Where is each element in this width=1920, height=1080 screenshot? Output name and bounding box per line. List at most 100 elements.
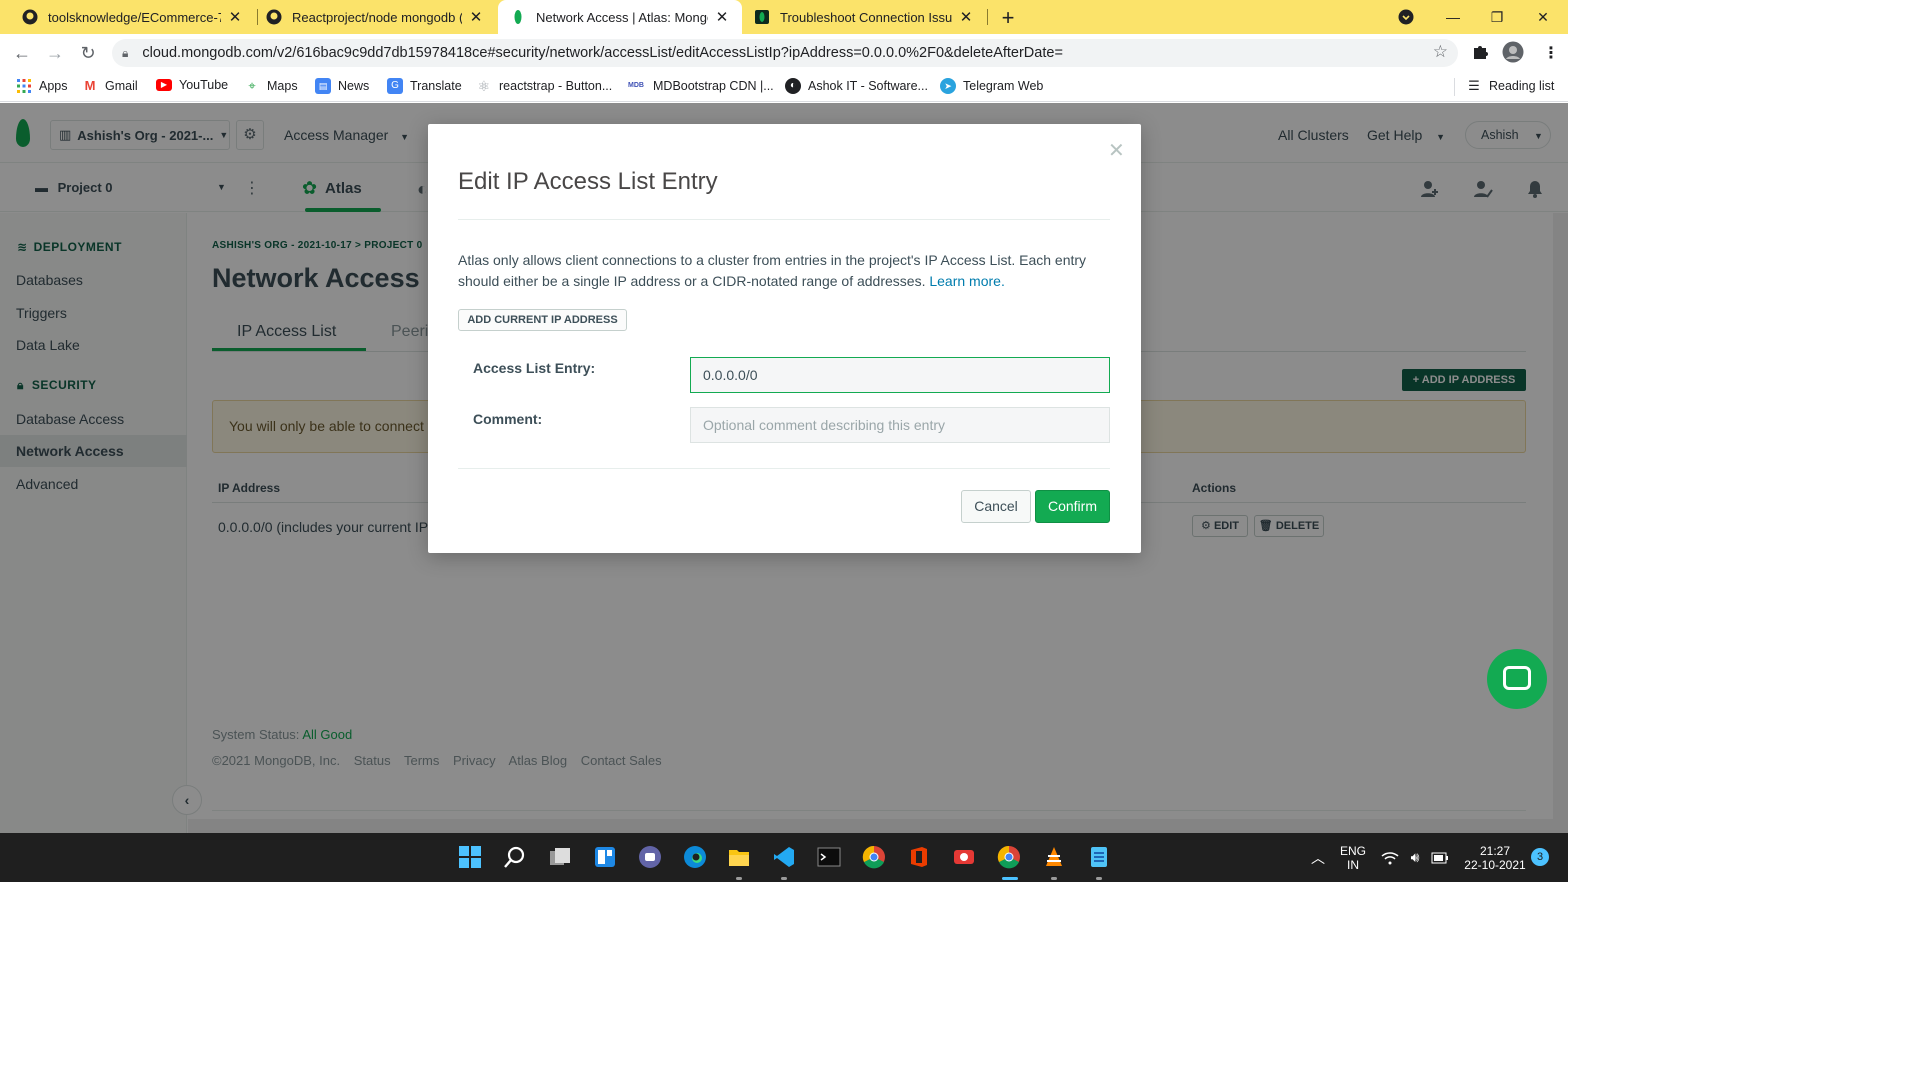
browser-tab[interactable]: Troubleshoot Connection Issues ✕ [742, 0, 986, 34]
chrome-active-icon[interactable] [997, 845, 1021, 869]
close-tab-icon[interactable]: ✕ [958, 8, 974, 26]
edit-ip-access-list-modal: ✕ Edit IP Access List Entry Atlas only a… [428, 124, 1141, 553]
bookmark-news[interactable]: ▤ News [315, 78, 369, 94]
bookmark-label: Maps [267, 79, 298, 93]
screen-recorder-icon[interactable] [952, 845, 976, 869]
bookmark-reactstrap[interactable]: ⚛ reactstrap - Button... [476, 78, 613, 94]
browser-tab-active[interactable]: Network Access | Atlas: MongoDB ✕ [498, 0, 742, 34]
reload-icon[interactable]: ↻ [75, 40, 101, 66]
office-icon[interactable] [907, 845, 931, 869]
chrome-icon[interactable] [862, 845, 886, 869]
language-label: ENG [1339, 843, 1366, 858]
bookmark-label: Ashok IT - Software... [808, 79, 928, 93]
running-indicator [736, 877, 742, 880]
running-indicator [1096, 877, 1102, 880]
volume-icon[interactable]: 🔊︎ [1405, 833, 1425, 882]
file-explorer-icon[interactable] [727, 845, 751, 869]
bookmark-divider [1454, 78, 1455, 96]
access-list-entry-input[interactable] [690, 357, 1110, 393]
bookmark-maps[interactable]: ⌖ Maps [244, 78, 298, 94]
forward-arrow-icon[interactable]: → [42, 40, 68, 66]
translate-icon: G [387, 78, 403, 94]
notepad-icon[interactable] [1087, 845, 1111, 869]
wifi-icon[interactable] [1380, 833, 1400, 882]
bookmark-gmail[interactable]: M Gmail [82, 78, 138, 94]
battery-icon[interactable] [1430, 833, 1450, 882]
bookmark-translate[interactable]: G Translate [387, 78, 462, 94]
tab-title: toolsknowledge/ECommerce-7PM [48, 9, 221, 25]
mdb-icon: MDB [628, 82, 644, 89]
widgets-icon[interactable] [593, 845, 617, 869]
address-bar-row: ← → ↻ 🔒︎ cloud.mongodb.com/v2/616bac9c9d… [0, 34, 1568, 72]
access-list-entry-label: Access List Entry: [473, 360, 596, 376]
bookmark-mdbootstrap[interactable]: MDB MDBootstrap CDN |... [626, 78, 774, 94]
minimize-icon[interactable]: — [1430, 0, 1476, 34]
github-icon [266, 9, 282, 25]
comment-input[interactable] [690, 407, 1110, 443]
profile-avatar[interactable] [1502, 41, 1524, 68]
reading-list-label: Reading list [1489, 79, 1555, 93]
confirm-button[interactable]: Confirm [1035, 490, 1110, 523]
edge-browser-icon[interactable] [683, 845, 707, 869]
tab-separator [987, 9, 988, 25]
bookmark-label: YouTube [179, 78, 229, 92]
modal-title: Edit IP Access List Entry [458, 168, 718, 195]
bookmark-label: MDBootstrap CDN |... [653, 79, 774, 93]
search-icon[interactable] [503, 845, 527, 869]
teams-chat-icon[interactable] [638, 845, 662, 869]
url-text[interactable]: cloud.mongodb.com/v2/616bac9c9dd7db15978… [142, 45, 1063, 61]
new-tab-button[interactable]: + [996, 5, 1020, 31]
bookmark-ashok-it[interactable]: ◐ Ashok IT - Software... [785, 78, 928, 94]
cancel-button[interactable]: Cancel [961, 490, 1031, 523]
language-indicator[interactable]: ENG IN [1336, 833, 1370, 882]
clock[interactable]: 21:27 22-10-2021 [1462, 833, 1528, 882]
vscode-icon[interactable] [772, 845, 796, 869]
bookmark-apps[interactable]: Apps [16, 78, 68, 94]
terminal-icon[interactable] [817, 845, 841, 869]
tab-title: Reactproject/node mongodb (react [292, 9, 462, 25]
modal-footer-divider [458, 468, 1110, 469]
close-tab-icon[interactable]: ✕ [714, 8, 730, 26]
bookmark-label: News [338, 79, 370, 93]
github-icon [22, 9, 38, 25]
learn-more-link[interactable]: Learn more. [929, 273, 1004, 289]
task-view-icon[interactable] [548, 845, 572, 869]
modal-divider [458, 219, 1110, 220]
extensions-puzzle-icon[interactable] [1471, 43, 1489, 66]
browser-menu-icon[interactable]: ⋮ [1543, 43, 1559, 63]
omnibox[interactable]: 🔒︎ cloud.mongodb.com/v2/616bac9c9dd7db15… [112, 39, 1458, 67]
windows-start-icon[interactable] [458, 845, 482, 869]
browser-tab[interactable]: Reactproject/node mongodb (react ✕ [254, 0, 496, 34]
bookmark-youtube[interactable]: ▶ YouTube [156, 78, 228, 92]
restore-icon[interactable]: ❐ [1474, 0, 1520, 34]
notification-count-badge[interactable]: 3 [1531, 848, 1549, 866]
reading-list-button[interactable]: ☰ Reading list [1466, 78, 1554, 94]
show-hidden-icons-chevron-icon[interactable]: ︿ [1306, 833, 1330, 882]
bookmark-label: Translate [410, 79, 462, 93]
youtube-icon: ▶ [156, 79, 172, 91]
react-atom-icon: ⚛ [477, 78, 491, 94]
globe-icon: ◐ [785, 78, 801, 94]
close-tab-icon[interactable]: ✕ [468, 8, 484, 26]
close-icon[interactable]: ✕ [1108, 138, 1125, 163]
chat-support-button[interactable] [1487, 649, 1547, 709]
bookmark-telegram[interactable]: ➤ Telegram Web [940, 78, 1043, 94]
browser-tab[interactable]: toolsknowledge/ECommerce-7PM ✕ [10, 0, 255, 34]
date-label: 22-10-2021 [1464, 857, 1526, 872]
reading-list-icon: ☰ [1468, 78, 1480, 93]
mongodb-docs-icon [755, 10, 769, 24]
lock-icon: 🔒︎ [122, 45, 129, 60]
close-tab-icon[interactable]: ✕ [227, 8, 243, 26]
apps-grid-icon [16, 78, 32, 94]
bookmark-label: Telegram Web [963, 79, 1044, 93]
bookmark-star-icon[interactable]: ☆ [1433, 42, 1448, 62]
active-indicator [1002, 877, 1018, 880]
comment-label: Comment: [473, 411, 543, 427]
tab-search-icon[interactable] [1383, 0, 1429, 34]
close-window-icon[interactable]: ✕ [1520, 0, 1566, 34]
add-current-ip-button[interactable]: ADD CURRENT IP ADDRESS [458, 309, 627, 331]
running-indicator [1051, 877, 1057, 880]
vlc-icon[interactable] [1042, 845, 1066, 869]
back-arrow-icon[interactable]: ← [9, 40, 35, 66]
time-label: 21:27 [1479, 843, 1511, 858]
